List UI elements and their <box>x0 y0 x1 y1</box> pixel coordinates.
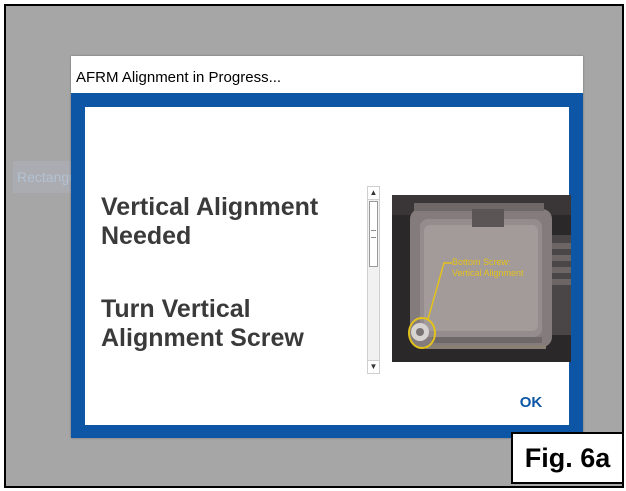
message-scrollbar[interactable]: ▲ ▼ <box>367 186 380 374</box>
ok-button[interactable]: OK <box>509 392 553 414</box>
dialog-frame: Vertical Alignment Needed Turn Vertical … <box>71 93 583 438</box>
scroll-up-arrow-icon[interactable]: ▲ <box>368 187 379 200</box>
screenshot-frame: Rectangular Snip AFRM Alignment in Progr… <box>4 4 624 488</box>
scroll-thumb[interactable] <box>369 201 378 267</box>
annotation-line1: Bottom Screw: <box>452 257 511 267</box>
message-area: Vertical Alignment Needed Turn Vertical … <box>101 193 356 383</box>
figure-label: Fig. 6a <box>511 432 624 484</box>
scroll-grip-icon <box>371 230 376 238</box>
scroll-down-arrow-icon[interactable]: ▼ <box>368 360 379 373</box>
alignment-screw-photo: Bottom Screw: Vertical Alignment <box>392 195 571 362</box>
message-turn-screw: Turn Vertical Alignment Screw <box>101 295 304 352</box>
dialog-body: Vertical Alignment Needed Turn Vertical … <box>85 107 571 425</box>
annotation-line2: Vertical Alignment <box>452 268 524 278</box>
message-vertical-alignment-needed: Vertical Alignment Needed <box>101 193 319 250</box>
alignment-dialog: AFRM Alignment in Progress... Vertical A… <box>71 56 583 438</box>
dialog-title: AFRM Alignment in Progress... <box>71 56 583 93</box>
